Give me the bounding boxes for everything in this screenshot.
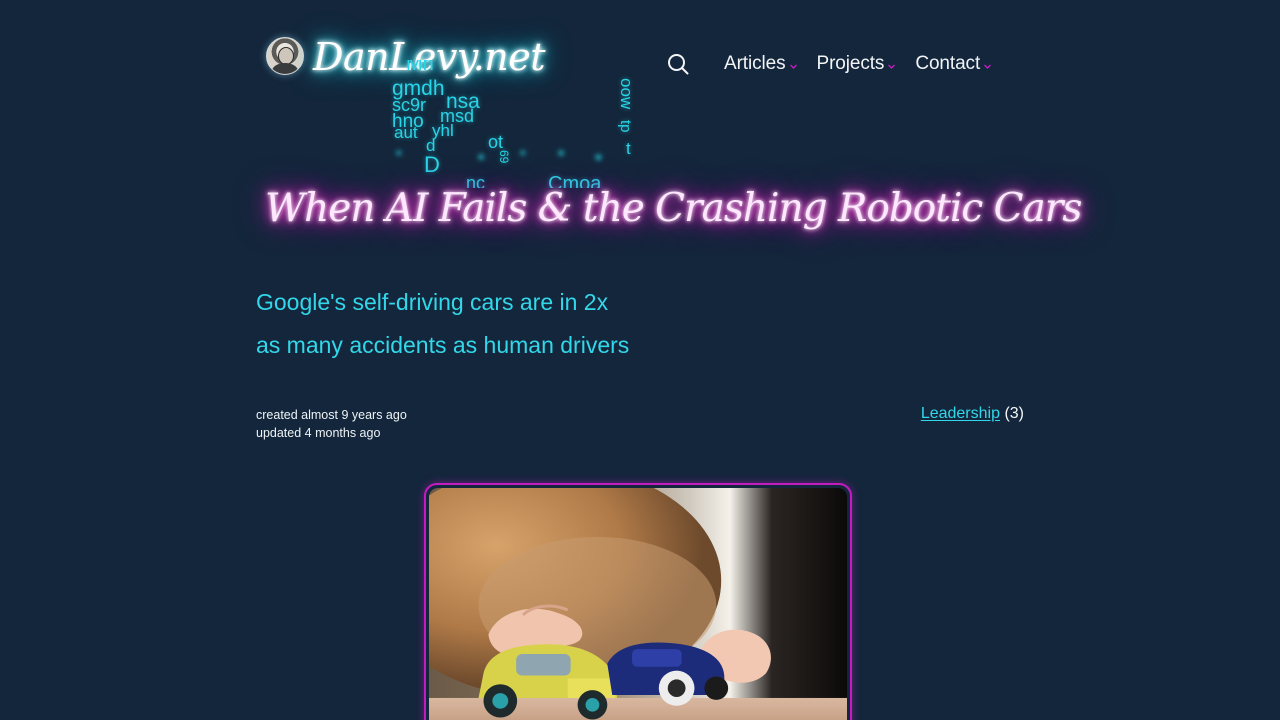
word-cloud-blur: • [478, 147, 485, 167]
chevron-down-icon [789, 64, 797, 69]
word-cloud-word: t [626, 139, 631, 158]
tag-count: (3) [1004, 405, 1024, 422]
word-cloud-word: aut [394, 123, 418, 142]
article-dates: created almost 9 years ago updated 4 mon… [256, 406, 407, 442]
chevron-down-icon [984, 64, 992, 69]
word-cloud: Mh gmdh nsa sc9r hno msd aut yhl ot d D … [390, 60, 636, 188]
word-cloud-blur: • [595, 147, 603, 169]
avatar-body [272, 63, 298, 74]
word-cloud-word: Mh [406, 60, 434, 75]
article-title: When AI Fails & the Crashing Robotic Car… [265, 186, 1082, 231]
nav-projects[interactable]: Projects [817, 53, 897, 75]
word-cloud-blur: • [396, 145, 402, 162]
word-cloud-blur: • [558, 143, 565, 163]
avatar[interactable] [266, 37, 304, 75]
nav-label-projects: Projects [816, 53, 885, 74]
word-cloud-word: oow [617, 78, 636, 110]
article-tag: Leadership (3) [921, 403, 1024, 425]
search-icon [668, 54, 689, 75]
nav-articles[interactable]: Articles [724, 53, 798, 75]
created-date: created almost 9 years ago [256, 408, 407, 422]
nav-contact[interactable]: Contact [915, 53, 992, 75]
updated-date: updated 4 months ago [256, 426, 381, 440]
article-subtitle: Google's self-driving cars are in 2x as … [256, 281, 686, 367]
chevron-down-icon [888, 64, 896, 69]
article-subtitle-line-2: as many accidents as human drivers [256, 332, 630, 358]
hero-image [429, 488, 847, 720]
search-button[interactable] [667, 53, 689, 75]
nav-label-articles: Articles [724, 53, 786, 74]
main-nav: Articles Projects Contact [667, 50, 992, 78]
word-cloud-word: D [424, 152, 440, 177]
word-cloud-word: 69 [497, 150, 511, 164]
word-cloud-word: tp [617, 120, 634, 133]
nav-label-contact: Contact [915, 53, 981, 74]
word-cloud-word: ot [488, 132, 504, 152]
hero-image-frame [424, 483, 852, 720]
page: DanLevy.net Mh gmdh nsa sc9r hno msd aut… [0, 0, 1280, 720]
word-cloud-blur: • [520, 145, 526, 162]
article-subtitle-line-1: Google's self-driving cars are in 2x [256, 289, 609, 315]
tag-leadership-link[interactable]: Leadership [921, 405, 1000, 422]
